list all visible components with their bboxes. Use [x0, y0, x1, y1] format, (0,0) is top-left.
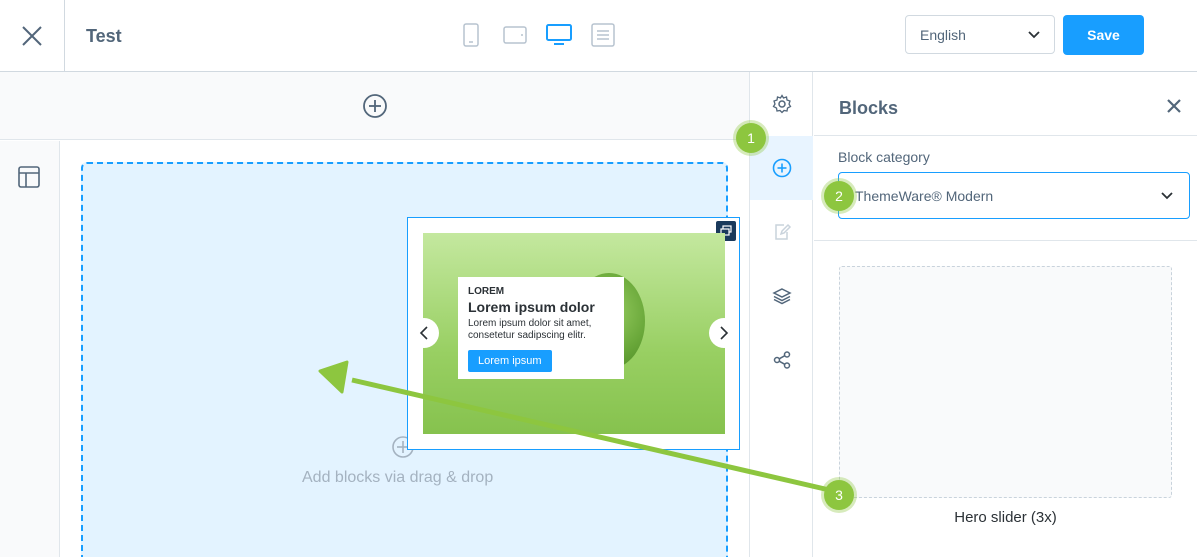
list-icon: [591, 23, 615, 47]
gear-icon: [772, 94, 791, 114]
add-section-icon[interactable]: [362, 93, 388, 119]
panel-divider: [814, 240, 1197, 241]
callout-2: 2: [824, 181, 854, 211]
preview-slide-image: LOREM Lorem ipsum dolor Lorem ipsum dolo…: [423, 233, 725, 434]
section-layout-button[interactable]: [18, 166, 40, 193]
top-bar: Test English Save: [0, 0, 1197, 72]
block-category-value: ThemeWare® Modern: [855, 187, 994, 204]
share-icon: [773, 351, 790, 369]
slide-button: Lorem ipsum: [468, 350, 552, 372]
tablet-icon: [503, 26, 527, 44]
slider-prev-button: [409, 318, 439, 348]
block-tile-hero-slider[interactable]: [839, 266, 1172, 498]
slide-text: Lorem ipsum dolor sit amet, consetetur s…: [468, 318, 592, 341]
callout-3: 3: [824, 480, 854, 510]
chevron-right-icon: [720, 326, 729, 340]
sidebar-item-layers[interactable]: [750, 264, 813, 328]
block-tile-label: Hero slider (3x): [954, 509, 1057, 526]
preview-slide-card: LOREM Lorem ipsum dolor Lorem ipsum dolo…: [458, 277, 624, 379]
layout-icon: [18, 166, 40, 188]
device-mobile-button[interactable]: [458, 20, 484, 50]
close-editor-button[interactable]: [0, 0, 65, 71]
callout-1: 1: [736, 123, 766, 153]
dropzone-hint: Add blocks via drag & drop: [302, 469, 494, 486]
app-root: Test English Save Add blocks via drag & …: [0, 0, 1197, 557]
mobile-icon: [463, 23, 479, 47]
section-settings-strip: [0, 141, 60, 557]
blocks-panel-title: Blocks: [839, 98, 899, 118]
chevron-left-icon: [419, 326, 428, 340]
sidebar-item-edit[interactable]: [750, 200, 813, 264]
chevron-down-icon: [1028, 30, 1040, 38]
slide-title: Lorem ipsum dolor: [468, 299, 595, 315]
page-title: Test: [86, 26, 122, 46]
blocks-panel: Blocks Block category ThemeWare® Modern …: [814, 72, 1197, 557]
dragged-block-preview[interactable]: LOREM Lorem ipsum dolor Lorem ipsum dolo…: [407, 217, 740, 450]
desktop-icon: [546, 24, 572, 45]
blocks-panel-header: Blocks: [814, 72, 1197, 136]
language-select[interactable]: English: [905, 15, 1055, 54]
close-icon: [1167, 99, 1181, 113]
add-section-bar: [0, 72, 749, 140]
plus-circle-icon: [772, 158, 791, 178]
device-tablet-button[interactable]: [502, 20, 528, 50]
block-category-label: Block category: [838, 149, 930, 165]
layers-icon: [771, 288, 792, 305]
edit-icon: [774, 223, 791, 240]
device-desktop-button[interactable]: [546, 20, 572, 50]
blocks-panel-close-button[interactable]: [1166, 98, 1182, 119]
slide-kicker: LOREM: [468, 286, 505, 297]
block-category-select[interactable]: ThemeWare® Modern: [838, 172, 1190, 219]
close-icon: [22, 25, 42, 46]
sidebar-item-share[interactable]: [750, 328, 813, 392]
language-select-value: English: [920, 26, 966, 43]
device-switcher: [458, 20, 616, 50]
slider-next-button: [709, 318, 739, 348]
device-list-button[interactable]: [590, 20, 616, 50]
save-button[interactable]: Save: [1063, 15, 1144, 55]
chevron-down-icon: [1161, 191, 1173, 199]
